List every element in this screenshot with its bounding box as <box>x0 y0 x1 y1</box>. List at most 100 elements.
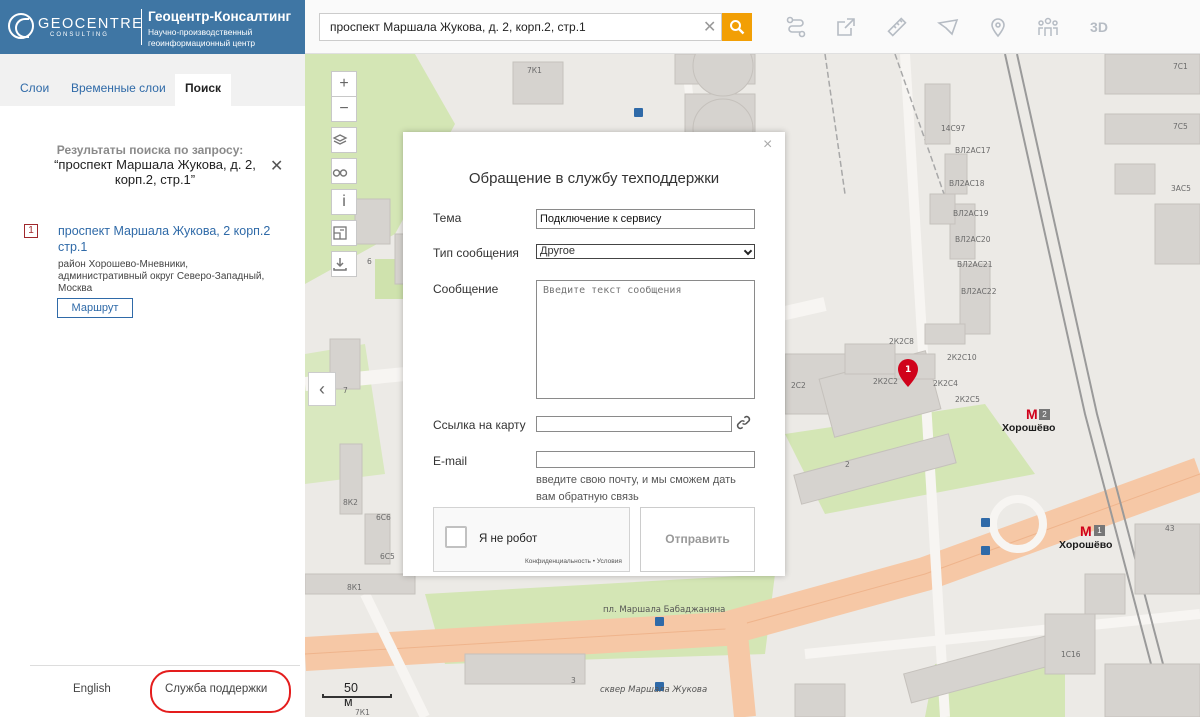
email-hint: введите свою почту, и мы сможем дать вам… <box>536 474 736 503</box>
binoculars-icon <box>332 169 348 177</box>
layers-icon <box>332 134 348 145</box>
download-button[interactable] <box>331 251 357 277</box>
people-tool-button[interactable] <box>1035 14 1061 40</box>
download-icon <box>333 258 347 271</box>
map-label: 14С97 <box>941 124 966 133</box>
metro-icon: М <box>1080 523 1092 539</box>
captcha-widget: Я не робот Конфиденциальность • Условия <box>433 507 630 572</box>
map-label: 7К1 <box>527 66 542 75</box>
email-label: E-mail <box>433 454 468 468</box>
subject-input[interactable] <box>536 209 755 229</box>
search-button[interactable] <box>722 13 752 41</box>
captcha-label: Я не робот <box>479 533 538 545</box>
map-label: 7К1 <box>355 708 370 717</box>
close-results-icon[interactable]: ✕ <box>270 156 283 176</box>
company-description: Научно-производственный геоинформационны… <box>148 27 255 48</box>
map-label: 7 <box>343 386 348 395</box>
metro-station-label[interactable]: Хорошёво <box>1059 539 1112 551</box>
map-label: 2К2С4 <box>933 379 958 388</box>
map-label: 6С6 <box>376 513 391 522</box>
marker-tool-button[interactable] <box>985 14 1011 40</box>
message-type-label: Тип сообщения <box>433 246 519 260</box>
message-type-select[interactable]: Другое <box>536 244 755 259</box>
logo-icon <box>8 13 34 39</box>
support-highlight-annotation <box>150 670 291 713</box>
square-label: сквер Маршала Жукова <box>600 685 708 695</box>
tab-bar: Слои Временные слои Поиск <box>0 54 305 106</box>
map-label: 1С16 <box>1061 650 1081 659</box>
captcha-terms-links[interactable]: Конфиденциальность • Условия <box>525 558 622 565</box>
result-title-link[interactable]: проспект Маршала Жукова, 2 корп.2 стр.1 <box>58 223 288 255</box>
message-type-value: Другое <box>540 245 575 257</box>
message-textarea[interactable] <box>536 280 755 399</box>
search-box: ✕ <box>319 13 722 41</box>
map-label: 8К2 <box>343 498 358 507</box>
share-tool-button[interactable] <box>833 14 859 40</box>
map-label: ВЛ2АС21 <box>957 260 993 269</box>
subject-label: Тема <box>433 211 462 225</box>
company-name: Геоцентр-Консалтинг <box>148 9 292 24</box>
zoom-out-button[interactable]: − <box>331 96 357 122</box>
map-label: 8К1 <box>347 583 362 592</box>
metro-station-label[interactable]: Хорошёво <box>1002 422 1055 434</box>
email-input[interactable] <box>536 451 755 468</box>
result-number-badge: 1 <box>24 224 38 238</box>
search-input[interactable] <box>320 14 700 40</box>
metro-icon: М <box>1026 406 1038 422</box>
results-caption: Результаты поиска по запросу: <box>56 143 244 157</box>
link-icon[interactable] <box>736 415 751 430</box>
marker-icon <box>991 18 1005 38</box>
map-label: 2С2 <box>791 381 806 390</box>
map-label: ВЛ2АС19 <box>953 209 989 218</box>
people-icon <box>1038 17 1058 36</box>
route-tool-button[interactable] <box>783 14 809 40</box>
map-label: 3АС5 <box>1171 184 1191 193</box>
area-tool-button[interactable] <box>935 14 961 40</box>
binoculars-button[interactable] <box>331 158 357 184</box>
language-link[interactable]: English <box>73 683 111 695</box>
map-label: ВЛ2АС22 <box>961 287 997 296</box>
top-toolbar: ✕ 3D <box>305 0 1200 54</box>
tab-search[interactable]: Поиск <box>175 74 232 106</box>
search-icon <box>730 20 745 35</box>
left-panel: Слои Временные слои Поиск Результаты пои… <box>0 54 305 717</box>
info-button[interactable]: i <box>331 189 357 215</box>
map-link-label: Ссылка на карту <box>433 418 526 432</box>
dialog-title: Обращение в службу техподдержки <box>468 170 720 187</box>
close-dialog-icon[interactable]: × <box>763 136 772 154</box>
search-clear-icon[interactable]: ✕ <box>703 17 716 37</box>
map-label: 2К2С5 <box>955 395 980 404</box>
map-label: 2К2С2 <box>873 377 898 386</box>
tab-layers[interactable]: Слои <box>10 74 59 106</box>
map-label: 2К2С8 <box>889 337 914 346</box>
3d-toggle-button[interactable]: 3D <box>1086 14 1112 40</box>
captcha-checkbox[interactable] <box>445 526 467 548</box>
route-button[interactable]: Маршрут <box>57 298 133 318</box>
submit-button[interactable]: Отправить <box>640 507 755 572</box>
result-address: район Хорошево-Мневники, административны… <box>58 259 265 294</box>
logo-wordmark: GEOCENTRE <box>38 16 144 32</box>
layers-button[interactable] <box>331 127 357 153</box>
map-label: 43 <box>1165 524 1175 533</box>
logo-header[interactable]: GEOCENTRE CONSULTING Геоцентр-Консалтинг… <box>0 0 305 54</box>
footer-divider <box>30 665 300 666</box>
ruler-tool-button[interactable] <box>884 14 910 40</box>
tab-temporal-layers[interactable]: Временные слои <box>61 74 176 106</box>
map-link-input[interactable] <box>536 416 732 432</box>
map-label: ВЛ2АС18 <box>949 179 985 188</box>
share-icon <box>837 18 855 36</box>
metro-line-badge: 1 <box>1094 525 1105 536</box>
scale-bar <box>322 694 392 698</box>
collapse-panel-button[interactable]: ‹ <box>308 372 336 406</box>
map-label: 2 <box>845 460 850 469</box>
map-label: 3 <box>571 676 576 685</box>
map-frame-icon <box>333 226 347 240</box>
map-label: 7С1 <box>1173 62 1188 71</box>
logo-subtitle: CONSULTING <box>50 32 109 38</box>
street-label: пл. Маршала Бабаджаняна <box>603 605 726 615</box>
map-label: 7С5 <box>1173 122 1188 131</box>
map-marker-number: 1 <box>905 365 912 375</box>
print-map-button[interactable] <box>331 220 357 246</box>
map-label: ВЛ2АС20 <box>955 235 991 244</box>
zoom-in-button[interactable]: + <box>331 71 357 97</box>
